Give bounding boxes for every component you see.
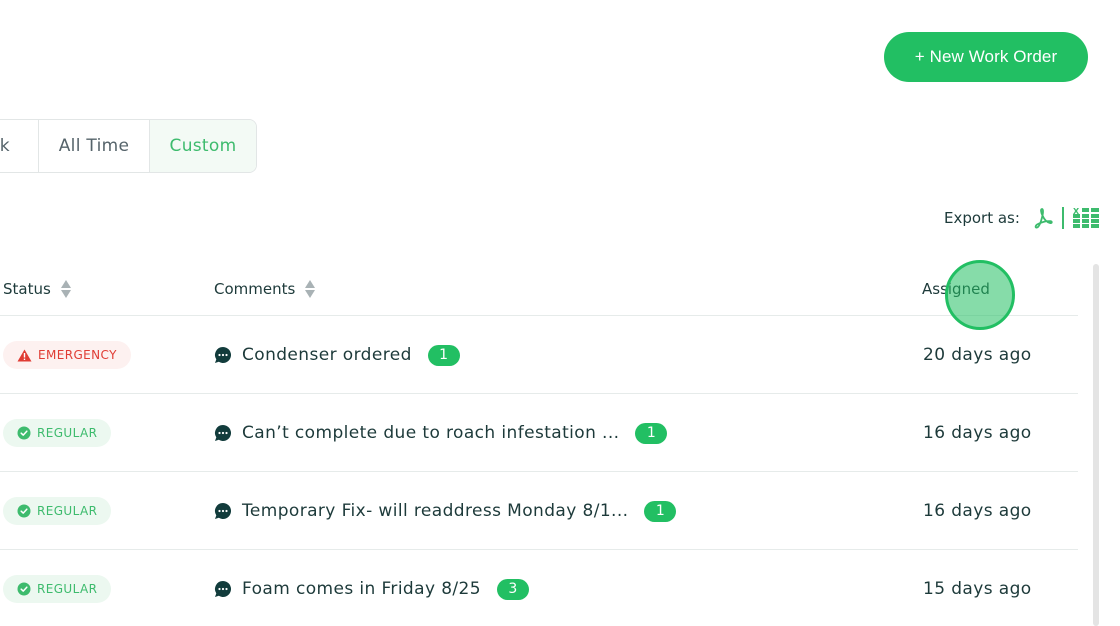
assigned-time: 15 days ago [923, 579, 1032, 599]
column-header-label: Status [3, 280, 51, 298]
excel-icon[interactable]: X [1072, 207, 1100, 229]
table-row[interactable]: EMERGENCY Condenser ordered 1 20 days ag… [0, 316, 1078, 394]
comment-count-badge: 1 [427, 344, 460, 366]
comment-text[interactable]: Condenser ordered [242, 345, 412, 365]
assigned-time: 16 days ago [923, 501, 1032, 521]
filter-option-all-time[interactable]: All Time [39, 120, 150, 172]
export-bar: Export as: X [944, 204, 1100, 232]
export-label: Export as: [944, 209, 1020, 227]
column-header-status[interactable]: Status [3, 262, 71, 316]
column-header-comments[interactable]: Comments [214, 262, 316, 316]
comment-icon [214, 502, 232, 519]
table-row[interactable]: REGULAR Foam comes in Friday 8/25 3 15 d… [0, 550, 1078, 626]
table-row[interactable]: REGULAR Can’t complete due to roach infe… [0, 394, 1078, 472]
comment-text[interactable]: Foam comes in Friday 8/25 [242, 579, 481, 599]
comment-count-badge: 1 [644, 500, 677, 522]
column-header-label: Assigned [922, 280, 990, 298]
comment-text[interactable]: Temporary Fix- will readdress Monday 8/1… [242, 501, 628, 521]
sort-icon[interactable] [60, 280, 71, 298]
pdf-icon[interactable] [1032, 207, 1054, 229]
comment-count-badge: 3 [497, 578, 529, 600]
filter-option-custom[interactable]: Custom [150, 120, 256, 172]
assigned-time: 16 days ago [923, 423, 1032, 443]
comment-icon [214, 581, 232, 597]
column-header-label: Comments [214, 280, 296, 298]
filter-option-week[interactable]: ek [0, 120, 39, 172]
comment-icon [214, 424, 232, 441]
date-range-filter: ek All Time Custom [0, 119, 257, 173]
comment-icon [214, 346, 232, 363]
comment-text[interactable]: Can’t complete due to roach infestation … [242, 423, 619, 443]
comment-count-badge: 1 [635, 422, 668, 444]
column-header-assigned[interactable]: Assigned [922, 262, 990, 316]
work-orders-table: Status Comments Assigned EMERGENCY Conde… [0, 262, 1078, 626]
sort-icon[interactable] [305, 280, 316, 298]
vertical-scrollbar[interactable] [1093, 264, 1099, 626]
export-divider [1061, 207, 1064, 229]
new-work-order-button[interactable]: + New Work Order [884, 32, 1088, 82]
table-header: Status Comments Assigned [0, 262, 1078, 316]
table-row[interactable]: REGULAR Temporary Fix- will readdress Mo… [0, 472, 1078, 550]
assigned-time: 20 days ago [923, 345, 1032, 365]
